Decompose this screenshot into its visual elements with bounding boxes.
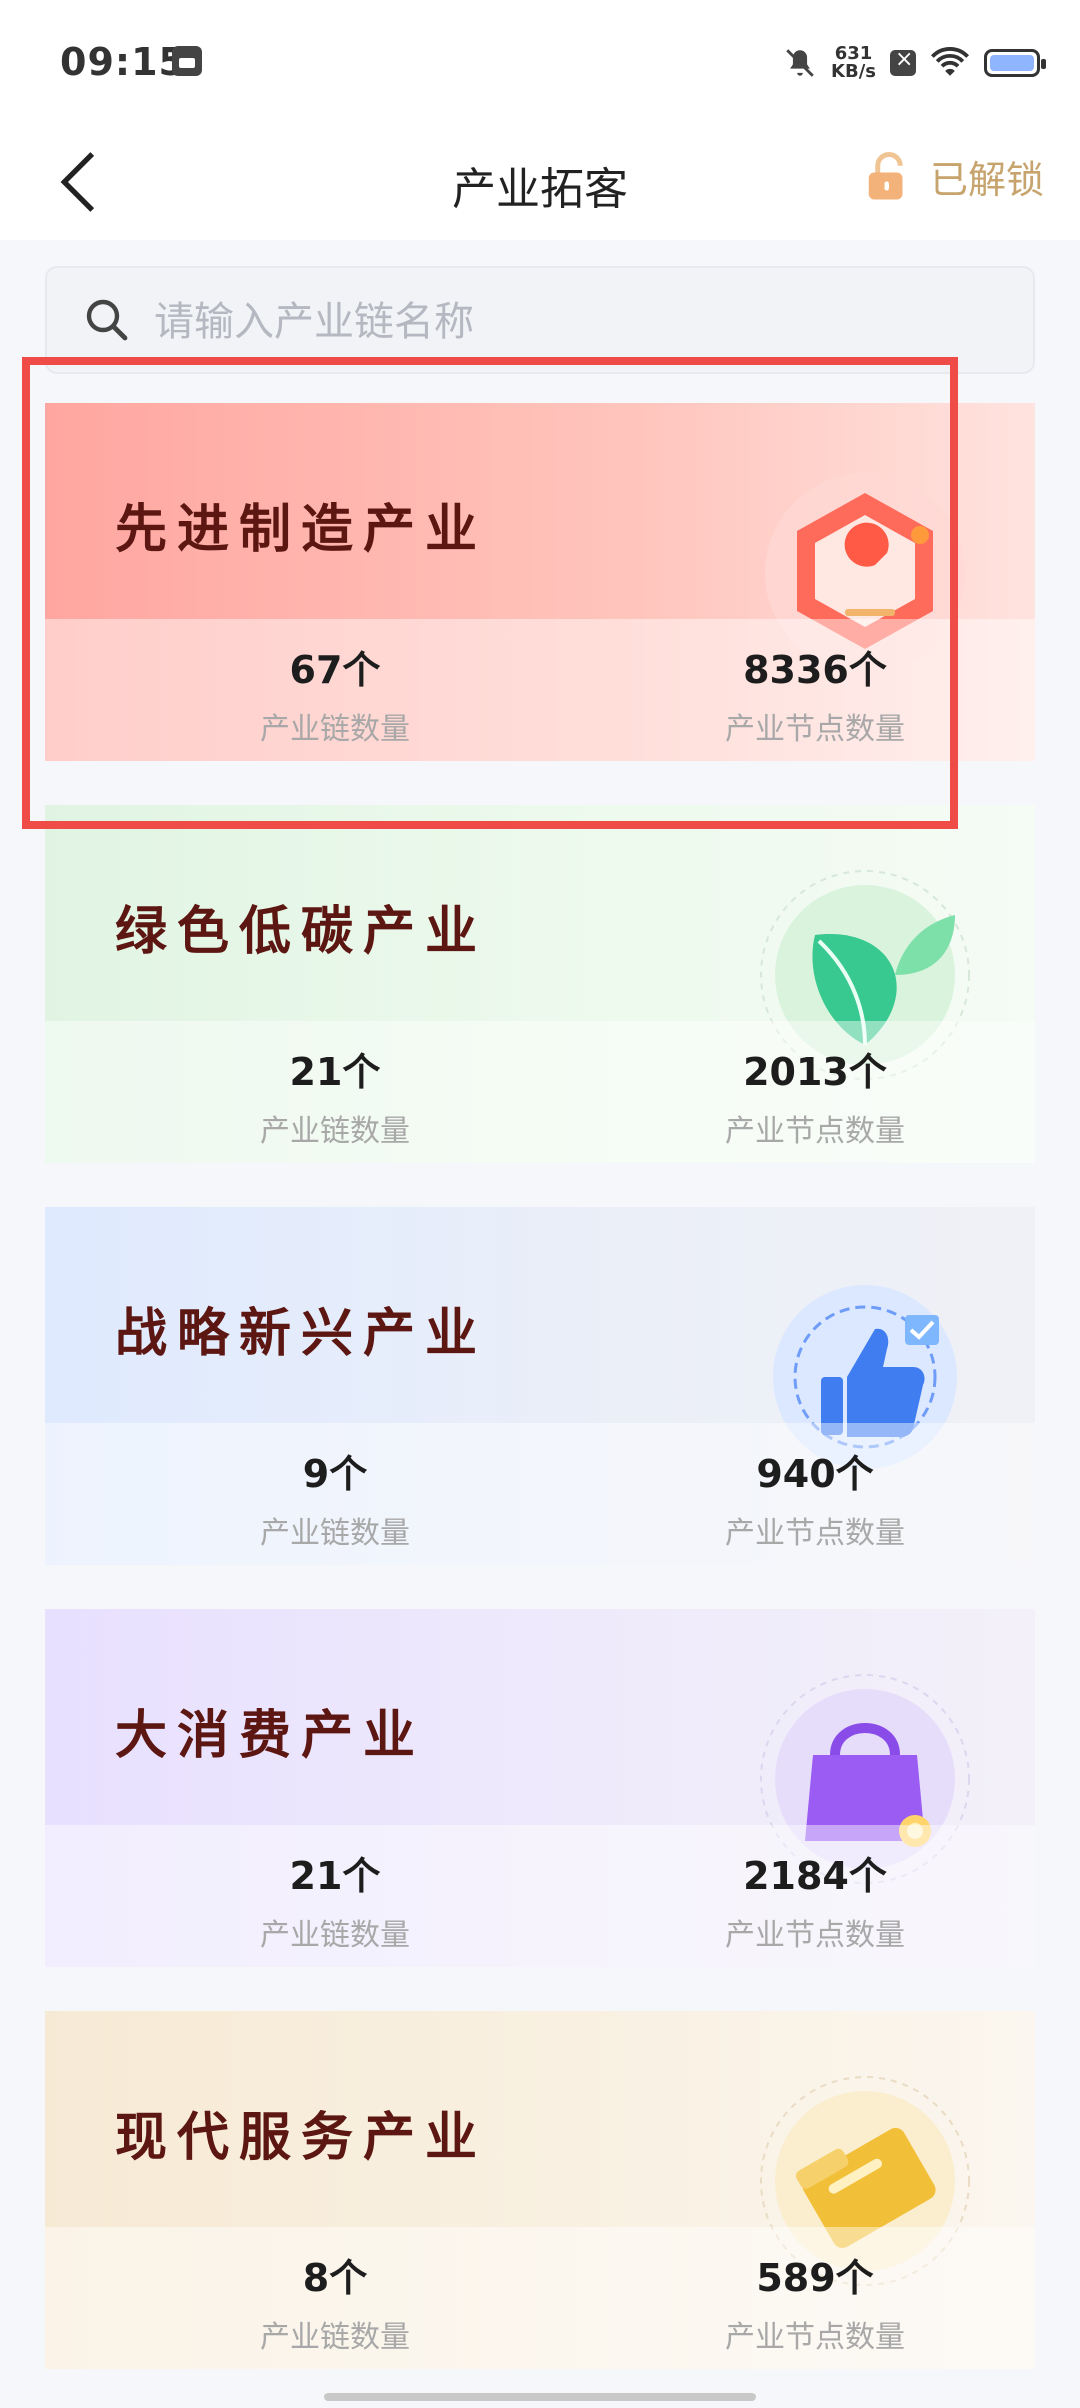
card-stats: 8个 产业链数量 589个 产业节点数量 [45, 2227, 1035, 2369]
stat-label: 产业节点数量 [725, 1516, 905, 1551]
stat-value: 21个 [289, 1854, 381, 1898]
card-stats: 21个 产业链数量 2184个 产业节点数量 [45, 1825, 1035, 1967]
stat-node-count: 940个 产业节点数量 [665, 1443, 965, 1552]
close-box-icon [890, 47, 916, 76]
stat-value: 940个 [756, 1452, 874, 1496]
stat-label: 产业链数量 [260, 1516, 410, 1551]
stat-value: 21个 [289, 1050, 381, 1094]
industry-card-mass-consumption[interactable]: 大消费产业 21个 产业链数量 2184个 产业节点数量 [45, 1609, 1035, 1967]
wifi-icon [930, 47, 970, 76]
mute-icon [786, 49, 814, 77]
card-stats: 21个 产业链数量 2013个 产业节点数量 [45, 1021, 1035, 1163]
stat-value: 8个 [302, 2256, 368, 2300]
card-stats: 9个 产业链数量 940个 产业节点数量 [45, 1423, 1035, 1565]
nav-bar: 产业拓客 已解锁 [0, 125, 1080, 240]
status-time: 09:15 [60, 40, 186, 84]
search-icon [86, 299, 128, 341]
unlock-status-button[interactable]: 已解锁 [862, 149, 1044, 204]
stat-value: 9个 [302, 1452, 368, 1496]
network-speed: 631 KB/s [831, 45, 876, 81]
stat-chain-count: 21个 产业链数量 [185, 1041, 485, 1150]
stat-label: 产业链数量 [260, 1918, 410, 1953]
unlock-icon [868, 151, 903, 199]
network-speed-unit: KB/s [831, 61, 876, 82]
stat-chain-count: 9个 产业链数量 [185, 1443, 485, 1552]
stat-label: 产业节点数量 [725, 1918, 905, 1953]
stat-value: 2013个 [743, 1050, 887, 1094]
battery-icon [984, 49, 1046, 77]
card-title: 绿色低碳产业 [115, 902, 488, 962]
unlock-label: 已解锁 [929, 158, 1044, 202]
home-indicator [324, 2393, 756, 2401]
stat-chain-count: 8个 产业链数量 [185, 2247, 485, 2356]
stat-label: 产业链数量 [260, 1114, 410, 1149]
stat-label: 产业节点数量 [725, 1114, 905, 1149]
stat-node-count: 2184个 产业节点数量 [665, 1845, 965, 1954]
search-input[interactable] [152, 296, 976, 348]
stat-value: 589个 [756, 2256, 874, 2300]
notification-app-icon [172, 46, 202, 76]
stat-chain-count: 21个 产业链数量 [185, 1845, 485, 1954]
stat-node-count: 589个 产业节点数量 [665, 2247, 965, 2356]
stat-label: 产业节点数量 [725, 2320, 905, 2355]
card-title: 大消费产业 [115, 1706, 426, 1766]
stat-value: 2184个 [743, 1854, 887, 1898]
stat-label: 产业链数量 [260, 2320, 410, 2355]
card-title: 现代服务产业 [115, 2108, 488, 2168]
stat-node-count: 2013个 产业节点数量 [665, 1041, 965, 1150]
status-bar: 09:15 631 KB/s [0, 0, 1080, 125]
status-right-group: 631 KB/s [783, 38, 1046, 88]
industry-card-green-low-carbon[interactable]: 绿色低碳产业 21个 产业链数量 2013个 产业节点数量 [45, 805, 1035, 1163]
industry-card-modern-services[interactable]: 现代服务产业 8个 产业链数量 589个 产业节点数量 [45, 2011, 1035, 2369]
highlight-frame [22, 357, 958, 829]
card-title: 战略新兴产业 [115, 1304, 488, 1364]
industry-card-strategic-emerging[interactable]: 战略新兴产业 9个 产业链数量 940个 产业节点数量 [45, 1207, 1035, 1565]
